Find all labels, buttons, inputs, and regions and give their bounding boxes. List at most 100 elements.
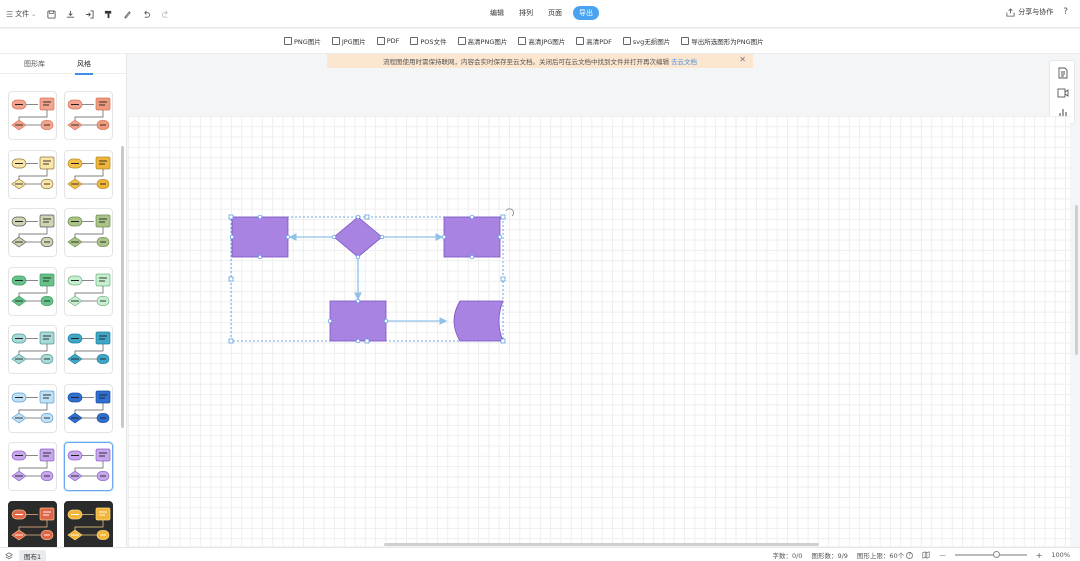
- style-theme-thumbnail[interactable]: [8, 325, 57, 374]
- format-painter-icon[interactable]: [99, 4, 118, 24]
- resize-handle[interactable]: [331, 234, 337, 240]
- resize-handle[interactable]: [379, 234, 385, 240]
- export-hd-png-button[interactable]: 高清PNG图片: [457, 36, 507, 46]
- resize-handle[interactable]: [327, 318, 333, 324]
- shape-count: 图形数：9/9: [811, 552, 848, 560]
- diagram-canvas[interactable]: [128, 116, 1070, 546]
- resize-handle[interactable]: [469, 214, 475, 220]
- undo-icon[interactable]: [137, 4, 156, 24]
- resize-handle[interactable]: [383, 318, 389, 324]
- export-selection-png-button[interactable]: 导出所选图形为PNG图片: [681, 36, 764, 46]
- resize-handle[interactable]: [285, 234, 291, 240]
- file-menu[interactable]: ☰ 文件 ⌄: [6, 9, 36, 19]
- style-theme-thumbnail[interactable]: [8, 500, 57, 547]
- close-icon[interactable]: ✕: [739, 55, 746, 64]
- resize-handle[interactable]: [500, 276, 506, 282]
- tab-arrange[interactable]: 排列: [515, 6, 537, 20]
- resize-handle[interactable]: [364, 214, 370, 220]
- resize-handle[interactable]: [441, 234, 447, 240]
- resize-handle[interactable]: [355, 338, 361, 344]
- save-icon[interactable]: [42, 4, 61, 24]
- zoom-level: 100%: [1051, 551, 1070, 559]
- share-button[interactable]: 分享与协作: [1006, 7, 1053, 17]
- pen-icon[interactable]: [118, 4, 137, 24]
- resize-handle[interactable]: [355, 298, 361, 304]
- notice-text: 流程图使用时需保持联网，内容会实时保存至云文档。关闭后可在云文档中找到文件并打开…: [383, 58, 669, 66]
- export-hd-jpg-button[interactable]: 高清JPG图片: [518, 36, 565, 46]
- export-pdf-button[interactable]: PDF: [376, 37, 399, 45]
- export-hd-pdf-button[interactable]: 高清PDF: [576, 36, 612, 46]
- tab-style[interactable]: 风格: [75, 59, 93, 75]
- export-svg-button[interactable]: svg无损图片: [622, 36, 670, 46]
- import-icon[interactable]: [80, 4, 99, 24]
- export-pos-button[interactable]: POS文件: [410, 36, 447, 46]
- style-theme-thumbnail[interactable]: [64, 91, 113, 140]
- resize-handle[interactable]: [257, 254, 263, 260]
- process-box-right[interactable]: [443, 216, 501, 258]
- resize-handle[interactable]: [500, 214, 506, 220]
- style-theme-thumbnail[interactable]: [8, 442, 57, 491]
- style-theme-thumbnail[interactable]: [8, 266, 57, 316]
- style-theme-thumbnail[interactable]: [64, 500, 113, 547]
- resize-handle[interactable]: [257, 214, 263, 220]
- style-theme-thumbnail[interactable]: [64, 208, 113, 257]
- redo-icon[interactable]: [156, 4, 175, 24]
- style-theme-thumbnail[interactable]: [8, 91, 57, 140]
- style-theme-thumbnail[interactable]: [64, 266, 113, 316]
- download-icon[interactable]: [61, 4, 80, 24]
- rotate-handle-icon[interactable]: [505, 208, 514, 217]
- resize-handle[interactable]: [228, 214, 234, 220]
- tab-shape-library[interactable]: 图形库: [24, 59, 45, 69]
- style-theme-thumbnail[interactable]: [64, 383, 113, 433]
- page-tab[interactable]: 图布1: [19, 550, 47, 561]
- canvas-vertical-scrollbar[interactable]: [1075, 205, 1078, 355]
- export-label: POS文件: [420, 38, 447, 46]
- resize-handle[interactable]: [497, 234, 503, 240]
- zoom-slider[interactable]: [954, 551, 1027, 558]
- panel-scrollbar[interactable]: [121, 146, 124, 428]
- process-box-left[interactable]: [231, 216, 289, 258]
- style-theme-thumbnail[interactable]: [8, 383, 57, 433]
- resize-handle[interactable]: [469, 254, 475, 260]
- presentation-icon[interactable]: [1057, 87, 1069, 99]
- zoom-out-button[interactable]: —: [939, 551, 946, 559]
- style-theme-thumbnail[interactable]: [8, 208, 57, 257]
- tab-page[interactable]: 页面: [544, 6, 566, 20]
- canvas-horizontal-scrollbar[interactable]: [384, 543, 819, 546]
- quick-toolbar: ☰ 文件 ⌄: [6, 0, 175, 28]
- page-properties-icon[interactable]: [1057, 67, 1069, 79]
- export-options-bar: PNG图片 JPG图片 PDF POS文件 高清PNG图片 高清JPG图片 高清…: [0, 29, 1080, 54]
- resize-handle[interactable]: [364, 338, 370, 344]
- menu-icon: ☰: [6, 9, 14, 19]
- export-label: 导出所选图形为PNG图片: [691, 38, 764, 46]
- stored-data-shape[interactable]: [453, 300, 504, 342]
- map-icon[interactable]: [922, 551, 930, 559]
- export-jpg-button[interactable]: JPG图片: [331, 36, 366, 46]
- info-icon[interactable]: ?: [906, 551, 914, 559]
- tab-export[interactable]: 导出: [573, 6, 599, 20]
- cloud-docs-link[interactable]: 去云文档: [671, 56, 697, 66]
- resize-handle[interactable]: [355, 214, 361, 220]
- style-theme-thumbnail[interactable]: [8, 149, 57, 199]
- export-png-button[interactable]: PNG图片: [284, 36, 321, 46]
- style-theme-thumbnail[interactable]: [64, 149, 113, 199]
- resize-handle[interactable]: [500, 338, 506, 344]
- tab-edit[interactable]: 编辑: [486, 6, 508, 20]
- decision-diamond[interactable]: [333, 216, 383, 258]
- zoom-in-button[interactable]: +: [1036, 551, 1043, 560]
- resize-handle[interactable]: [229, 234, 235, 240]
- export-label: PNG图片: [294, 38, 321, 46]
- resize-handle[interactable]: [228, 276, 234, 282]
- style-theme-thumbnail[interactable]: [64, 325, 113, 374]
- main-menu-tabs: 编辑 排列 页面 导出: [486, 6, 599, 20]
- help-icon[interactable]: ?: [1063, 7, 1068, 17]
- style-theme-thumbnail[interactable]: [64, 442, 113, 491]
- image-icon: [457, 37, 466, 45]
- resize-handle[interactable]: [228, 338, 234, 344]
- export-label: 高清PDF: [586, 38, 612, 46]
- zoom-slider-knob[interactable]: [992, 551, 1000, 558]
- process-box-bottom[interactable]: [329, 300, 387, 342]
- image-icon: [518, 37, 527, 45]
- layers-icon[interactable]: [5, 552, 13, 560]
- resize-handle[interactable]: [355, 254, 361, 260]
